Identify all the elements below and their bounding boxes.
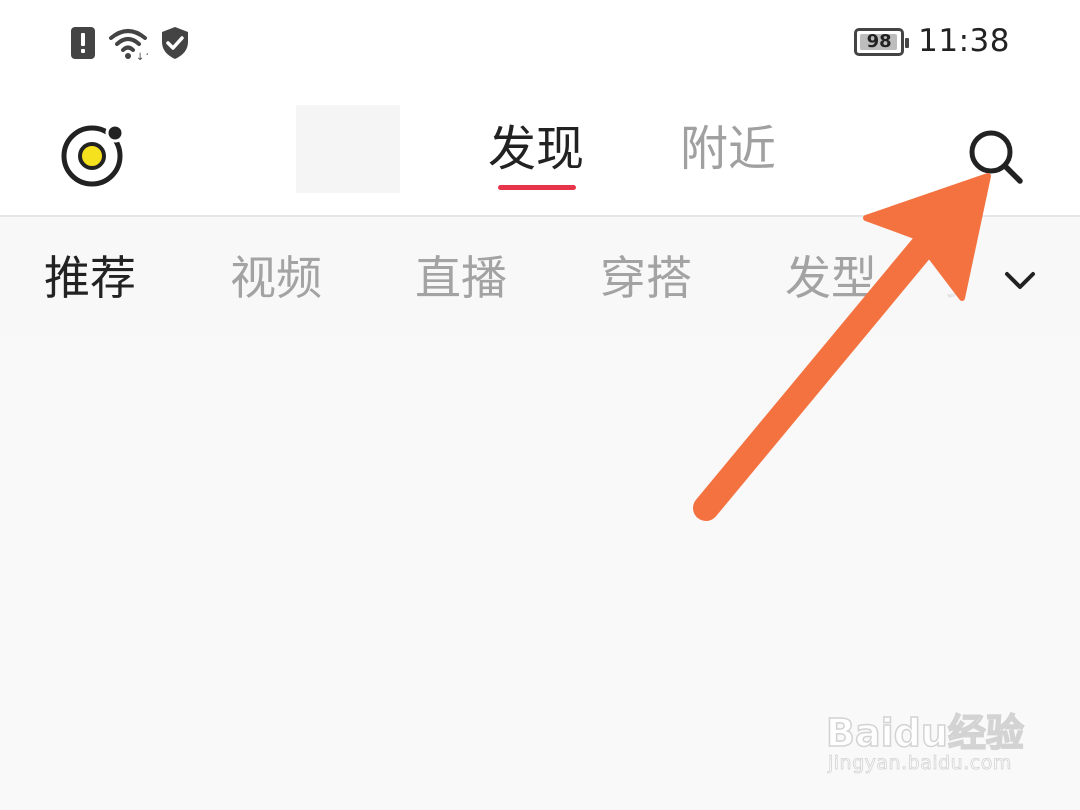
alert-icon (71, 27, 95, 59)
tab-discover[interactable]: 发现 (488, 119, 584, 179)
status-bar: ↓↑ 98 11:38 (0, 0, 1080, 95)
status-icons-left: ↓↑ (70, 26, 190, 60)
category-recommend[interactable]: 推荐 (44, 249, 136, 307)
category-video[interactable]: 视频 (230, 249, 322, 307)
status-icons-right: 98 11:38 (854, 26, 1010, 57)
tab-nearby[interactable]: 附近 (680, 119, 776, 179)
category-outfit[interactable]: 穿搭 (600, 249, 692, 307)
camera-icon[interactable] (58, 119, 128, 189)
wifi-icon: ↓↑ (109, 29, 148, 60)
category-live[interactable]: 直播 (415, 249, 507, 307)
category-hairstyle[interactable]: 发型 (785, 249, 877, 307)
watermark-logo: Baidu经验 (825, 710, 1024, 756)
top-nav: 发现 附近 (0, 95, 1080, 217)
category-bar: 推荐 视频 直播 穿搭 发型 美 (0, 217, 1080, 337)
svg-text:↓↑: ↓↑ (136, 52, 148, 60)
battery-icon: 98 (854, 27, 910, 56)
shield-check-icon (162, 27, 188, 59)
search-icon[interactable] (962, 123, 1028, 189)
status-time: 11:38 (918, 23, 1010, 59)
placeholder-box (296, 105, 400, 193)
chevron-down-icon[interactable] (1000, 261, 1040, 301)
baidu-watermark: Baidu经验 jingyan.baidu.com (825, 690, 1026, 790)
active-tab-indicator (498, 185, 576, 190)
battery-level: 98 (866, 30, 892, 52)
watermark-url: jingyan.baidu.com (828, 752, 1012, 775)
category-fade (900, 237, 1000, 327)
